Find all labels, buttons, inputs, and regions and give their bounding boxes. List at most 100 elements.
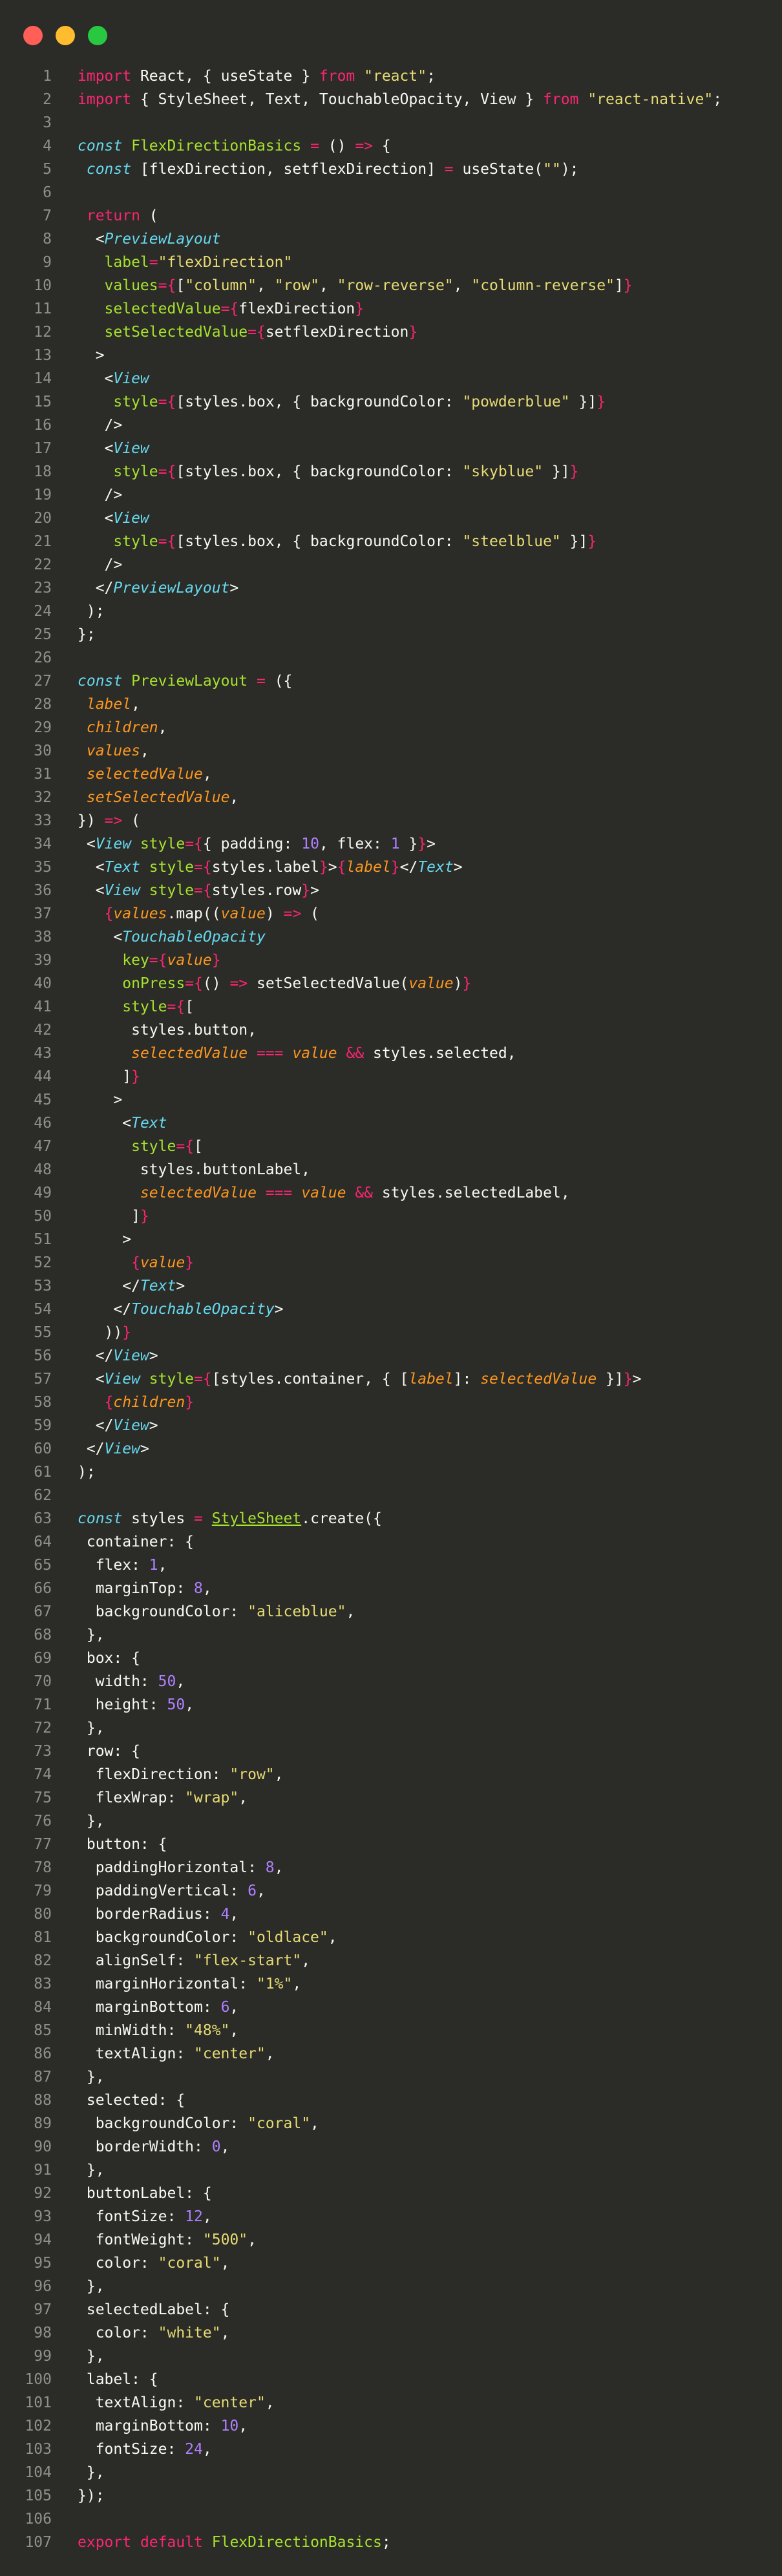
code-token: , bbox=[238, 1789, 248, 1806]
line-number: 24 bbox=[34, 603, 52, 620]
code-text: }, bbox=[78, 1716, 105, 1740]
code-token: paddingHorizontal: bbox=[78, 1859, 266, 1876]
code-token: marginHorizontal: bbox=[78, 1976, 257, 1992]
code-text: flexDirection: "row", bbox=[78, 1763, 284, 1786]
code-line: 95 color: "coral", bbox=[0, 2252, 782, 2275]
code-token: } bbox=[355, 301, 365, 317]
code-text: paddingHorizontal: 8, bbox=[78, 1856, 284, 1879]
code-token: borderWidth: bbox=[78, 2138, 212, 2155]
code-token: fontSize: bbox=[78, 2208, 185, 2225]
line-number: 86 bbox=[34, 2045, 52, 2062]
code-line: 61); bbox=[0, 1461, 782, 1484]
code-line: 71 height: 50, bbox=[0, 1693, 782, 1716]
line-number: 18 bbox=[34, 463, 52, 480]
code-text: buttonLabel: { bbox=[78, 2182, 212, 2205]
code-token: [ bbox=[176, 277, 185, 294]
code-token: => bbox=[229, 975, 248, 992]
code-token: "1%" bbox=[256, 1976, 293, 1992]
code-token: < bbox=[78, 929, 123, 945]
code-line: 50 ]} bbox=[0, 1205, 782, 1228]
code-token: width: bbox=[78, 1673, 158, 1690]
code-token: flexDirection: bbox=[78, 1766, 230, 1783]
code-token: , bbox=[248, 2232, 257, 2248]
code-token: > bbox=[78, 347, 105, 364]
code-line: 94 fontWeight: "500", bbox=[0, 2228, 782, 2252]
code-token: }, bbox=[78, 1627, 105, 1643]
code-text: marginHorizontal: "1%", bbox=[78, 1972, 302, 1996]
code-token: backgroundColor: bbox=[78, 1603, 248, 1620]
code-token: label bbox=[408, 1371, 454, 1388]
code-text: label, bbox=[78, 693, 140, 716]
code-token: selectedValue bbox=[104, 301, 221, 317]
code-text: borderWidth: 0, bbox=[78, 2135, 230, 2159]
code-token: 50 bbox=[158, 1673, 176, 1690]
maximize-button[interactable] bbox=[88, 26, 107, 45]
code-token: }, bbox=[78, 2348, 105, 2365]
line-number: 77 bbox=[34, 1836, 52, 1853]
code-text: }, bbox=[78, 2159, 105, 2182]
code-token: )) bbox=[78, 1324, 123, 1341]
minimize-button[interactable] bbox=[56, 26, 75, 45]
code-token: from bbox=[319, 68, 355, 85]
code-text: alignSelf: "flex-start", bbox=[78, 1949, 310, 1972]
code-token: 0 bbox=[211, 2138, 221, 2155]
code-token: from bbox=[543, 91, 579, 108]
code-token: , bbox=[346, 1603, 355, 1620]
code-token: key bbox=[122, 952, 149, 969]
code-text: }, bbox=[78, 2461, 105, 2484]
code-text: fontSize: 24, bbox=[78, 2438, 212, 2461]
line-number: 84 bbox=[34, 1999, 52, 2016]
code-token: selectedLabel: { bbox=[78, 2301, 230, 2318]
code-text: textAlign: "center", bbox=[78, 2042, 275, 2065]
code-token: , bbox=[238, 2418, 248, 2434]
close-button[interactable] bbox=[23, 26, 43, 45]
code-text: values, bbox=[78, 739, 149, 763]
code-token: const bbox=[78, 673, 123, 690]
code-token: backgroundColor: bbox=[78, 2115, 248, 2132]
code-token: 12 bbox=[185, 2208, 203, 2225]
code-token: = bbox=[310, 138, 319, 154]
line-number: 60 bbox=[34, 1441, 52, 1457]
line-number: 44 bbox=[34, 1068, 52, 1085]
code-token: ={ bbox=[158, 277, 176, 294]
code-token: selectedValue bbox=[140, 1185, 257, 1201]
code-line: 48 styles.buttonLabel, bbox=[0, 1158, 782, 1181]
code-line: 81 backgroundColor: "oldlace", bbox=[0, 1926, 782, 1949]
code-line: 66 marginTop: 8, bbox=[0, 1577, 782, 1600]
code-line: 77 button: { bbox=[0, 1833, 782, 1856]
window-titlebar bbox=[0, 0, 782, 58]
code-token: && bbox=[355, 1185, 374, 1201]
line-number: 21 bbox=[34, 533, 52, 550]
code-token: , flex: bbox=[319, 836, 391, 852]
code-line: 96 }, bbox=[0, 2275, 782, 2298]
code-text: }, bbox=[78, 2065, 105, 2089]
code-token: > bbox=[453, 859, 463, 876]
code-token: > bbox=[229, 580, 239, 596]
code-token: style bbox=[113, 463, 158, 480]
line-number: 23 bbox=[34, 580, 52, 596]
code-token: View bbox=[95, 836, 132, 852]
code-token: ( bbox=[301, 905, 319, 922]
line-number: 14 bbox=[34, 370, 52, 387]
code-token: > bbox=[328, 859, 337, 876]
code-token: 4 bbox=[220, 1906, 230, 1923]
code-token: [styles.box, { backgroundColor: bbox=[176, 394, 463, 410]
line-number: 70 bbox=[34, 1673, 52, 1690]
code-token: , bbox=[265, 2045, 275, 2062]
code-token: } bbox=[185, 1394, 195, 1411]
code-token: value bbox=[220, 905, 266, 922]
code-token: } bbox=[301, 882, 311, 899]
code-line: 57 <View style={[styles.container, { [la… bbox=[0, 1367, 782, 1391]
code-line: 88 selected: { bbox=[0, 2089, 782, 2112]
code-token: label bbox=[104, 254, 149, 271]
code-editor[interactable]: 1 import React, { useState } from "react"… bbox=[0, 65, 782, 2554]
code-token: Text bbox=[104, 859, 140, 876]
code-text: backgroundColor: "coral", bbox=[78, 2112, 319, 2135]
code-token: } bbox=[390, 859, 400, 876]
